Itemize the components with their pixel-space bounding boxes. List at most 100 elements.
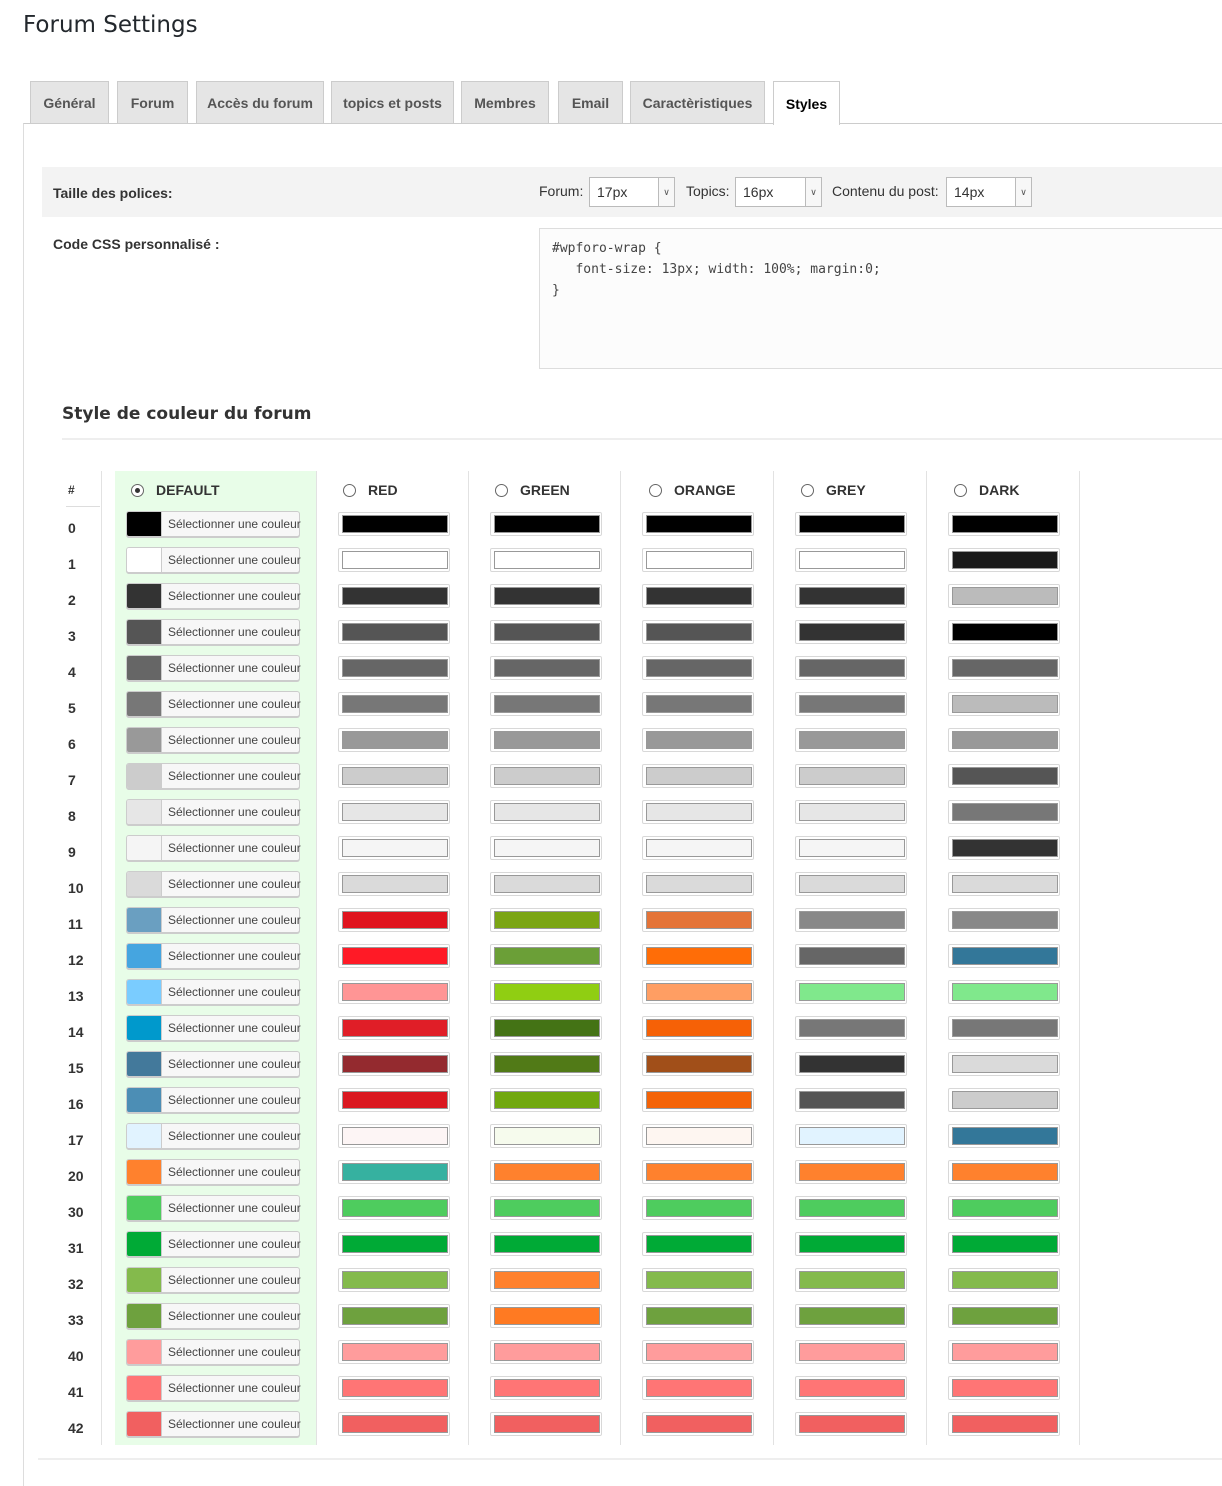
scheme-radio-orange[interactable]: ORANGE [649, 482, 735, 498]
color-swatch-green [490, 1124, 602, 1148]
color-picker-button[interactable]: Sélectionner une couleur [126, 1411, 301, 1437]
color-picker-button[interactable]: Sélectionner une couleur [126, 979, 301, 1005]
post-font-select[interactable]: 14px ∨ [946, 177, 1032, 207]
color-swatch [127, 1376, 162, 1400]
tab-g-n-ral[interactable]: Général [30, 81, 109, 124]
color-fill [646, 1235, 752, 1253]
color-swatch-orange [642, 548, 754, 572]
color-fill [494, 1127, 600, 1145]
color-picker-button[interactable]: Sélectionner une couleur [126, 1231, 301, 1257]
color-fill [799, 1307, 905, 1325]
color-swatch-green [490, 1016, 602, 1040]
radio-button[interactable] [343, 483, 356, 497]
color-picker-button[interactable]: Sélectionner une couleur [126, 799, 301, 825]
color-picker-button[interactable]: Sélectionner une couleur [126, 871, 301, 897]
row-number: 31 [68, 1240, 84, 1256]
tab-membres[interactable]: Membres [461, 81, 549, 124]
radio-button[interactable] [649, 483, 662, 497]
scheme-radio-default[interactable]: DEFAULT [131, 482, 220, 498]
radio-button[interactable] [801, 483, 814, 497]
radio-button[interactable] [495, 483, 508, 497]
color-fill [646, 1199, 752, 1217]
color-picker-button[interactable]: Sélectionner une couleur [126, 1303, 301, 1329]
color-swatch-grey [795, 1016, 907, 1040]
chevron-down-icon: ∨ [658, 178, 674, 206]
color-picker-button[interactable]: Sélectionner une couleur [126, 1159, 301, 1185]
color-picker-button[interactable]: Sélectionner une couleur [126, 1195, 301, 1221]
color-picker-button[interactable]: Sélectionner une couleur [126, 511, 301, 537]
color-swatch-orange [642, 764, 754, 788]
color-swatch [127, 1160, 162, 1184]
tab-styles[interactable]: Styles [773, 81, 840, 125]
radio-button[interactable] [131, 483, 144, 497]
picker-label: Sélectionner une couleur [168, 733, 301, 747]
post-font-value: 14px [954, 184, 985, 200]
color-picker-button[interactable]: Sélectionner une couleur [126, 907, 301, 933]
color-picker-button[interactable]: Sélectionner une couleur [126, 1051, 301, 1077]
color-picker-button[interactable]: Sélectionner une couleur [126, 619, 301, 645]
color-fill [646, 1127, 752, 1145]
color-fill [646, 1019, 752, 1037]
color-swatch-grey [795, 944, 907, 968]
custom-css-label: Code CSS personnalisé : [53, 236, 220, 252]
color-swatch-grey [795, 1088, 907, 1112]
color-picker-button[interactable]: Sélectionner une couleur [126, 1015, 301, 1041]
color-fill [494, 1379, 600, 1397]
color-fill [952, 551, 1058, 569]
color-picker-button[interactable]: Sélectionner une couleur [126, 1087, 301, 1113]
color-swatch-grey [795, 656, 907, 680]
color-fill [799, 731, 905, 749]
color-swatch-red [338, 1124, 450, 1148]
scheme-radio-dark[interactable]: DARK [954, 482, 1019, 498]
color-fill [342, 1163, 448, 1181]
topics-font-select[interactable]: 16px ∨ [735, 177, 822, 207]
tab-forum[interactable]: Forum [117, 81, 188, 124]
topics-font-label: Topics: [686, 183, 730, 199]
color-picker-button[interactable]: Sélectionner une couleur [126, 547, 301, 573]
color-fill [952, 1163, 1058, 1181]
color-swatch-red [338, 908, 450, 932]
color-swatch-dark [948, 656, 1060, 680]
tab-caract-ristiques[interactable]: Caractèristiques [630, 81, 765, 124]
color-fill [342, 1379, 448, 1397]
color-fill [342, 1055, 448, 1073]
forum-font-label: Forum: [539, 183, 584, 199]
color-picker-button[interactable]: Sélectionner une couleur [126, 943, 301, 969]
color-swatch-orange [642, 1196, 754, 1220]
forum-font-select[interactable]: 17px ∨ [589, 177, 675, 207]
tab-email[interactable]: Email [558, 81, 623, 124]
color-fill [342, 1343, 448, 1361]
color-swatch-grey [795, 620, 907, 644]
color-picker-button[interactable]: Sélectionner une couleur [126, 1339, 301, 1365]
scheme-radio-grey[interactable]: GREY [801, 482, 866, 498]
color-fill [342, 515, 448, 533]
picker-label: Sélectionner une couleur [168, 913, 301, 927]
color-fill [494, 731, 600, 749]
color-swatch-red [338, 1232, 450, 1256]
tab-topics-et-posts[interactable]: topics et posts [331, 81, 454, 124]
color-swatch-red [338, 1304, 450, 1328]
color-swatch-orange [642, 1268, 754, 1292]
color-swatch-green [490, 872, 602, 896]
color-picker-button[interactable]: Sélectionner une couleur [126, 1375, 301, 1401]
color-swatch-orange [642, 1304, 754, 1328]
color-picker-button[interactable]: Sélectionner une couleur [126, 691, 301, 717]
color-swatch-red [338, 656, 450, 680]
custom-css-textarea[interactable]: #wpforo-wrap { font-size: 13px; width: 1… [539, 228, 1222, 369]
row-number: 0 [68, 520, 76, 536]
scheme-radio-green[interactable]: GREEN [495, 482, 570, 498]
tab-acc-s-du-forum[interactable]: Accès du forum [196, 81, 324, 124]
color-picker-button[interactable]: Sélectionner une couleur [126, 835, 301, 861]
color-picker-button[interactable]: Sélectionner une couleur [126, 583, 301, 609]
color-picker-button[interactable]: Sélectionner une couleur [126, 727, 301, 753]
color-style-title: Style de couleur du forum [62, 404, 312, 424]
topics-font-value: 16px [743, 184, 774, 200]
radio-button[interactable] [954, 483, 967, 497]
color-picker-button[interactable]: Sélectionner une couleur [126, 1123, 301, 1149]
scheme-radio-red[interactable]: RED [343, 482, 398, 498]
color-picker-button[interactable]: Sélectionner une couleur [126, 655, 301, 681]
color-picker-button[interactable]: Sélectionner une couleur [126, 763, 301, 789]
color-picker-button[interactable]: Sélectionner une couleur [126, 1267, 301, 1293]
color-swatch-green [490, 1160, 602, 1184]
color-swatch-green [490, 1088, 602, 1112]
